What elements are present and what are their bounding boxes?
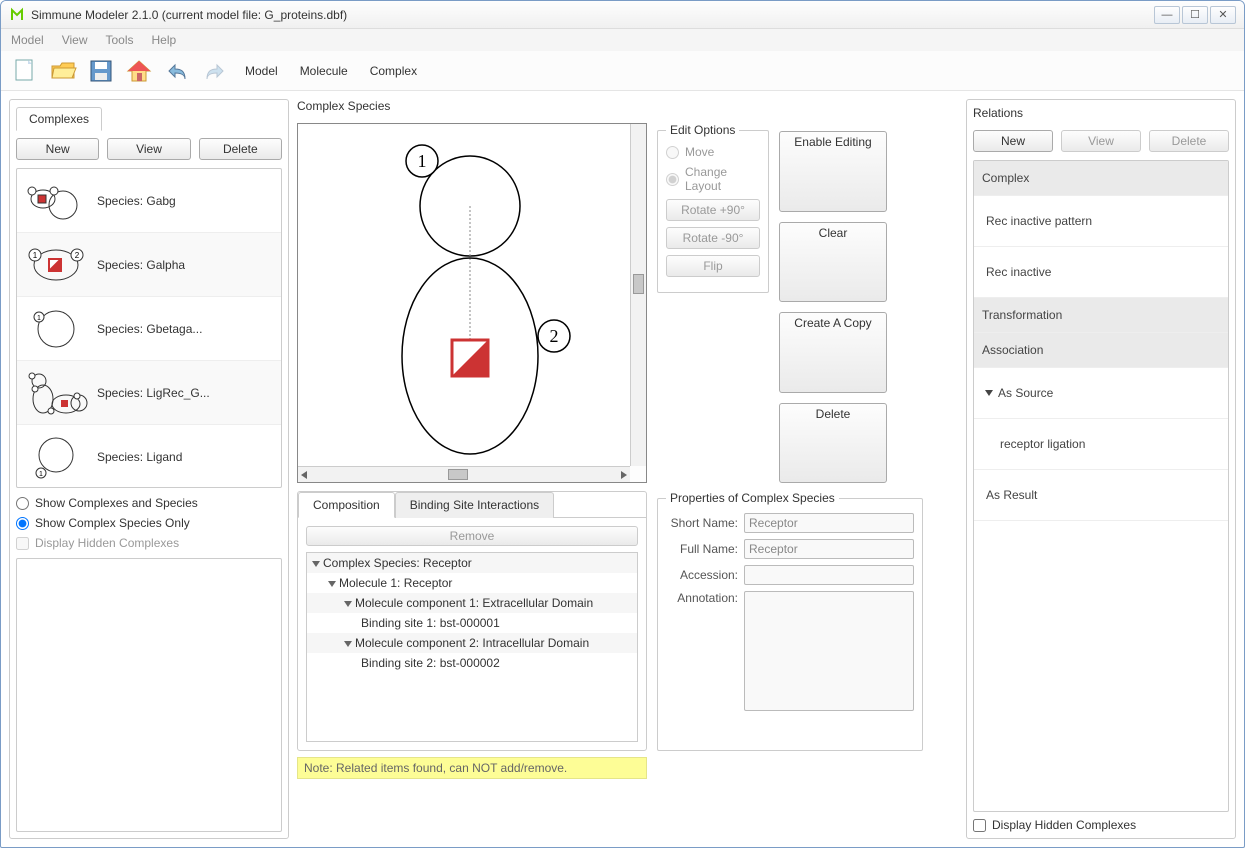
rotate-plus90-button: Rotate +90° xyxy=(666,199,760,221)
relations-new-button[interactable]: New xyxy=(973,130,1053,152)
delete-species-button[interactable]: Delete xyxy=(779,403,887,484)
complexes-list: Species: Gabg 12 Species: Galpha 1 Speci… xyxy=(16,168,282,488)
annotation-input[interactable] xyxy=(744,591,914,711)
app-logo-icon xyxy=(9,7,25,23)
list-item[interactable]: Species: LigRec_G... xyxy=(17,361,281,425)
svg-text:1: 1 xyxy=(33,251,38,260)
complexes-panel: Complexes New View Delete Species: Gabg … xyxy=(9,99,289,839)
rel-heading-association: Association xyxy=(974,333,1228,368)
note-bar: Note: Related items found, can NOT add/r… xyxy=(297,757,647,779)
rel-item[interactable]: receptor ligation xyxy=(974,419,1228,470)
accession-input[interactable] xyxy=(744,565,914,585)
rotate-minus90-button: Rotate -90° xyxy=(666,227,760,249)
menubar: Model View Tools Help xyxy=(1,29,1244,51)
complex-species-heading: Complex Species xyxy=(297,99,958,113)
titlebar: Simmune Modeler 2.1.0 (current model fil… xyxy=(1,1,1244,29)
radio-change-layout: Change Layout xyxy=(666,165,760,193)
maximize-button[interactable]: ☐ xyxy=(1182,6,1208,24)
relations-heading: Relations xyxy=(973,106,1229,120)
toolbar: Model Molecule Complex xyxy=(1,51,1244,91)
complexes-delete-button[interactable]: Delete xyxy=(199,138,282,160)
rel-item-as-source[interactable]: As Source xyxy=(974,368,1228,419)
canvas-hscrollbar[interactable] xyxy=(298,466,630,482)
list-item[interactable]: Species: Gabg xyxy=(17,169,281,233)
menu-model[interactable]: Model xyxy=(11,33,44,47)
menu-view[interactable]: View xyxy=(62,33,88,47)
remove-button: Remove xyxy=(306,526,638,546)
canvas-vscrollbar[interactable] xyxy=(630,124,646,466)
complexes-new-button[interactable]: New xyxy=(16,138,99,160)
check-hidden-complexes: Display Hidden Complexes xyxy=(16,536,282,550)
radio-move: Move xyxy=(666,145,760,159)
create-copy-button[interactable]: Create A Copy xyxy=(779,312,887,393)
composition-tabset: Composition Binding Site Interactions Re… xyxy=(297,491,647,751)
complexes-view-button[interactable]: View xyxy=(107,138,190,160)
tab-binding-site[interactable]: Binding Site Interactions xyxy=(395,492,554,518)
tab-composition[interactable]: Composition xyxy=(298,492,395,518)
rel-item-as-result[interactable]: As Result xyxy=(974,470,1228,521)
relations-hidden-checkbox[interactable]: Display Hidden Complexes xyxy=(973,818,1229,832)
redo-icon[interactable] xyxy=(201,57,229,85)
relations-list[interactable]: Complex Rec inactive pattern Rec inactiv… xyxy=(973,160,1229,812)
relations-panel: Relations New View Delete Complex Rec in… xyxy=(966,99,1236,839)
full-name-input[interactable] xyxy=(744,539,914,559)
close-button[interactable]: ✕ xyxy=(1210,6,1236,24)
rel-item[interactable]: Rec inactive pattern xyxy=(974,196,1228,247)
svg-text:1: 1 xyxy=(418,151,427,171)
menu-help[interactable]: Help xyxy=(152,33,177,47)
home-icon[interactable] xyxy=(125,57,153,85)
svg-text:2: 2 xyxy=(550,326,559,346)
menu-tools[interactable]: Tools xyxy=(105,33,133,47)
diagram-canvas[interactable]: 1 2 xyxy=(297,123,647,483)
relations-view-button: View xyxy=(1061,130,1141,152)
complexes-tab[interactable]: Complexes xyxy=(16,107,102,131)
rel-heading-transformation: Transformation xyxy=(974,298,1228,333)
toolbar-molecule-label[interactable]: Molecule xyxy=(300,64,348,78)
list-item[interactable]: 1 Species: Gbetaga... xyxy=(17,297,281,361)
radio-species-only[interactable]: Show Complex Species Only xyxy=(16,516,282,530)
app-window: Simmune Modeler 2.1.0 (current model fil… xyxy=(0,0,1245,848)
composition-tree[interactable]: Complex Species: Receptor Molecule 1: Re… xyxy=(306,552,638,742)
enable-editing-button[interactable]: Enable Editing xyxy=(779,131,887,212)
list-item[interactable]: 1 Species: Ligand xyxy=(17,425,281,487)
save-icon[interactable] xyxy=(87,57,115,85)
relations-delete-button: Delete xyxy=(1149,130,1229,152)
svg-text:2: 2 xyxy=(75,251,80,260)
short-name-input[interactable] xyxy=(744,513,914,533)
radio-show-all[interactable]: Show Complexes and Species xyxy=(16,496,282,510)
properties-panel: Properties of Complex Species Short Name… xyxy=(657,491,903,779)
svg-text:1: 1 xyxy=(37,315,41,322)
toolbar-model-label[interactable]: Model xyxy=(245,64,278,78)
toolbar-complex-label[interactable]: Complex xyxy=(370,64,417,78)
window-title: Simmune Modeler 2.1.0 (current model fil… xyxy=(31,8,1154,22)
svg-text:1: 1 xyxy=(39,471,43,478)
minimize-button[interactable]: — xyxy=(1154,6,1180,24)
clear-button[interactable]: Clear xyxy=(779,222,887,303)
edit-options-group: Edit Options Move Change Layout Rotate +… xyxy=(657,123,769,293)
complexes-detail-box xyxy=(16,558,282,832)
undo-icon[interactable] xyxy=(163,57,191,85)
list-item[interactable]: 12 Species: Galpha xyxy=(17,233,281,297)
complexes-list-scroll[interactable]: Species: Gabg 12 Species: Galpha 1 Speci… xyxy=(17,169,281,487)
new-file-icon[interactable] xyxy=(11,57,39,85)
open-file-icon[interactable] xyxy=(49,57,77,85)
rel-heading-complex: Complex xyxy=(974,161,1228,196)
rel-item[interactable]: Rec inactive xyxy=(974,247,1228,298)
flip-button: Flip xyxy=(666,255,760,277)
center-panel: Complex Species 1 2 xyxy=(297,99,958,839)
